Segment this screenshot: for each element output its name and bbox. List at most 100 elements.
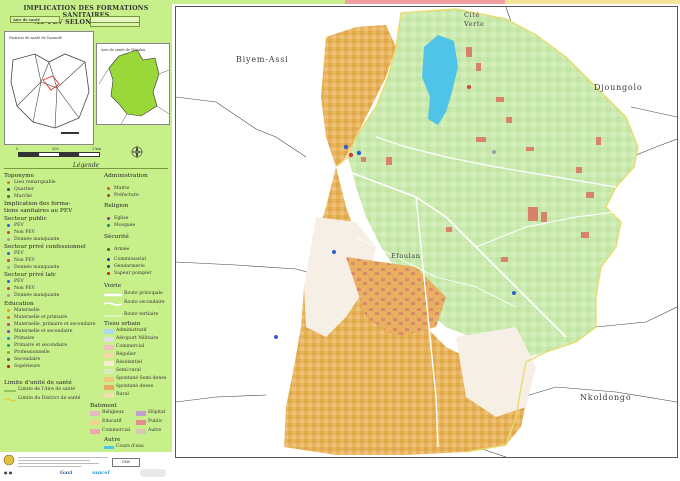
conf-missing-icon <box>7 266 10 269</box>
legend-educatif: Educatif <box>102 419 122 424</box>
legend-residentiel: Résidentiel <box>116 360 143 365</box>
edu-icon-7 <box>7 351 10 354</box>
inset-districts-drawing <box>10 53 90 134</box>
secondary-road-icon <box>104 302 122 306</box>
tertiary-road-icon <box>104 315 122 317</box>
edu-icon-4 <box>7 330 10 333</box>
scale-label-1km: 1 km <box>92 147 101 151</box>
swatch-commercial <box>104 345 114 350</box>
legend-religion-heading: Religion <box>104 203 129 209</box>
legend-edu-1: Maternelle <box>14 308 40 313</box>
credits-text-block <box>18 455 108 469</box>
road-southeast <box>595 306 677 328</box>
legend-laic-pev: PEV <box>14 279 24 284</box>
quarter-icon <box>7 188 10 191</box>
scale-label-0: 0 <box>16 147 19 151</box>
swatch-cours-eau <box>104 446 114 449</box>
inset-right-caption: Aire de santé de Ntoulou <box>101 48 146 52</box>
legend-conf-heading: Secteur privé confessionnel <box>4 244 86 250</box>
footer-credits: OMS ● ● Gavi unicef <box>0 452 172 481</box>
legend-administratif: Administratif <box>116 328 147 333</box>
legend-prefecture: Préfecture <box>114 193 139 198</box>
map-canvas <box>176 7 677 457</box>
legend-laic-nonpev: Non PEV <box>14 286 35 291</box>
scale-label-500: 500 <box>52 147 59 151</box>
legend-limite-aire: Limite de l'Aire de santé <box>18 387 76 392</box>
label-biyem-assi: Biyem-Assi <box>236 55 289 64</box>
label-verte: Verte <box>464 20 485 28</box>
legend-conf-pev: PEV <box>14 251 24 256</box>
swatch-spontane-dense <box>104 385 114 390</box>
label-djoungolo: Djoungolo <box>594 83 643 92</box>
swatch-regulier <box>104 353 114 358</box>
legend-laic-heading: Secteur privé laïc <box>4 272 57 278</box>
legend-item-lieu: Lieu remarquable <box>14 180 56 185</box>
legend-divider <box>4 168 168 169</box>
laic-nonpev-icon <box>7 287 10 290</box>
label-efoulan: Efoulan <box>391 252 421 260</box>
edu-icon-8 <box>7 358 10 361</box>
swatch-religieux <box>90 411 100 416</box>
legend-public-heading: Secteur public <box>4 216 47 222</box>
swatch-commercial-bat <box>90 429 100 434</box>
legend-route-principale: Route principale <box>124 291 163 296</box>
main-map[interactable]: Cité Verte Biyem-Assi Djoungolo Efoulan … <box>175 6 678 458</box>
legend-eglise: Eglise <box>114 216 129 221</box>
laic-pev-icon <box>7 280 10 283</box>
legend-implication-heading-1: Implication des forma- <box>4 201 71 207</box>
legend-edu-2: Maternelle et primaire <box>14 315 68 320</box>
legend-edu-4: Maternelle et secondaire <box>14 329 73 334</box>
legend-public-missing: Donnée manquante <box>14 237 60 242</box>
legend-spontane-semi: Spontané Semi dense <box>116 376 167 381</box>
edu-icon-3 <box>7 323 10 326</box>
scale-block-1 <box>19 153 39 156</box>
legend-pompier: Sapeur pompier <box>114 271 152 276</box>
legend-aeroport: Aéroport Militaire <box>116 336 159 341</box>
scale-block-2 <box>59 153 79 156</box>
district-limit-line-icon <box>4 398 16 402</box>
legend-autre-heading: Autre <box>104 437 121 443</box>
gendarmerie-icon <box>107 265 110 268</box>
prefecture-icon <box>107 194 110 197</box>
legend-edu-5: Primaire <box>14 336 35 341</box>
legend-autre-bat: Autre <box>148 428 162 433</box>
legend-commissariat: Commissariat <box>114 257 147 262</box>
road-south-west <box>176 394 267 403</box>
legend-mairie: Mairie <box>114 186 130 191</box>
mosque-icon <box>107 224 110 227</box>
inset-area-drawing <box>98 49 170 125</box>
gavi-logo: Gavi <box>60 470 73 476</box>
legend-mosquee: Mosquée <box>114 223 136 228</box>
oms-box-label: OMS <box>121 460 131 464</box>
label-cite: Cité <box>464 11 480 19</box>
swatch-residentiel <box>104 361 114 366</box>
edu-icon-5 <box>7 337 10 340</box>
flag-logos: ● ● <box>4 470 13 475</box>
area-pill-label: Aire de santé <box>13 17 40 22</box>
legend-gendarmerie: Gendarmerie <box>114 264 145 269</box>
market-icon <box>7 195 10 198</box>
road-east-2 <box>630 106 677 118</box>
swatch-hopital <box>136 411 146 416</box>
legend-sidebar: IMPLICATION DES FORMATIONS SANITAIRES AU… <box>0 4 172 481</box>
swatch-public <box>136 420 146 425</box>
north-arrow-icon <box>130 145 144 159</box>
legend-hopital: Hôpital <box>148 410 166 415</box>
scale-bar <box>18 152 100 157</box>
legend-edu-8: Secondaire <box>14 357 41 362</box>
oms-box: OMS <box>112 458 140 467</box>
legend-edu-9: Supérieure <box>14 364 41 369</box>
partner-logo <box>140 469 166 477</box>
public-missing-icon <box>7 238 10 241</box>
legend-rural: Rural <box>116 392 129 397</box>
top-bar-segment-yellow <box>505 0 680 4</box>
firefighter-icon <box>107 272 110 275</box>
unicef-logo: unicef <box>92 470 110 476</box>
legend-limites-heading: Limite d'unité de santé <box>4 380 72 386</box>
legend-religieux: Religieux <box>102 410 124 415</box>
edu-icon-1 <box>7 309 10 312</box>
edu-icon-6 <box>7 344 10 347</box>
legend-toponyme-heading: Toponyme <box>4 173 35 179</box>
district-pill-lower <box>90 22 140 27</box>
legend-tissu-heading: Tissu urbain <box>104 321 141 327</box>
